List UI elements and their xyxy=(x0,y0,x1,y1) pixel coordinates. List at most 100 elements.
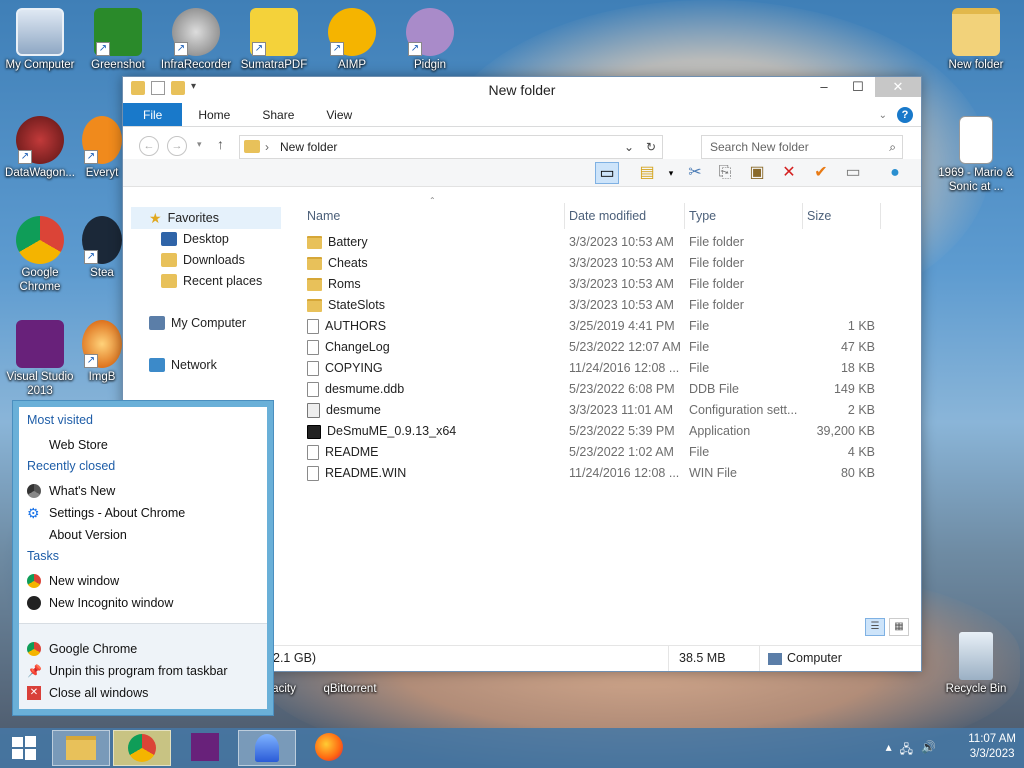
large-icons-view-icon[interactable]: ▦ xyxy=(889,618,909,636)
close-button[interactable]: ✕ xyxy=(875,77,921,97)
taskbar-desmume[interactable] xyxy=(238,730,296,766)
help-icon[interactable]: ? xyxy=(897,107,913,123)
taskbar-firefox[interactable] xyxy=(300,730,358,766)
tab-home[interactable]: Home xyxy=(182,103,246,126)
desktop-icon-pidgin[interactable]: ↗ Pidgin xyxy=(390,8,470,72)
file-row[interactable]: COPYING 11/24/2016 12:08 ... File 18 KB xyxy=(303,358,903,379)
desktop-icon-aimp[interactable]: ↗ AIMP xyxy=(312,8,392,72)
file-icon xyxy=(307,382,319,397)
file-row[interactable]: StateSlots 3/3/2023 10:53 AM File folder xyxy=(303,295,903,316)
minimize-button[interactable]: – xyxy=(807,77,841,97)
recent-locations-icon[interactable]: ▾ xyxy=(197,139,202,150)
icon-label: AIMP xyxy=(337,59,367,71)
tab-file[interactable]: File xyxy=(123,103,183,126)
nav-desktop[interactable]: Desktop xyxy=(161,229,229,249)
nav-network[interactable]: Network xyxy=(149,355,217,375)
file-row[interactable]: README.WIN 11/24/2016 12:08 ... WIN File 80… xyxy=(303,463,903,484)
tab-share[interactable]: Share xyxy=(246,103,310,126)
file-name-cell: COPYING xyxy=(307,358,557,379)
column-header-type[interactable]: Type xyxy=(685,203,803,229)
desktop-icon-google-chrome[interactable]: Google Chrome xyxy=(0,216,80,294)
nav-favorites[interactable]: ★ Favorites xyxy=(149,208,219,228)
more-options-icon[interactable]: ▾ xyxy=(659,162,683,184)
cut-icon[interactable]: ✂ xyxy=(683,162,707,184)
desktop-icon-recycle-bin[interactable]: Recycle Bin xyxy=(936,632,1016,696)
breadcrumb-separator-icon[interactable]: › xyxy=(265,136,269,158)
volume-icon[interactable]: 🔊 xyxy=(921,740,936,761)
desktop-icon-steam[interactable]: ↗ Stea xyxy=(80,216,124,280)
nav-downloads[interactable]: Downloads xyxy=(161,250,245,270)
check-icon[interactable]: ✔ xyxy=(809,162,833,184)
incognito-icon xyxy=(27,596,41,610)
jump-item-whats-new[interactable]: What's New xyxy=(27,480,115,502)
desktop-icon-everything[interactable]: ↗ Everyt xyxy=(80,116,124,180)
globe-icon[interactable]: ● xyxy=(883,162,907,184)
file-row[interactable]: Roms 3/3/2023 10:53 AM File folder xyxy=(303,274,903,295)
file-row[interactable]: Cheats 3/3/2023 10:53 AM File folder xyxy=(303,253,903,274)
file-size: 80 KB xyxy=(840,466,875,480)
paste-icon[interactable]: ▣ xyxy=(745,162,769,184)
desktop-icon-my-computer[interactable]: My Computer xyxy=(0,8,80,72)
jump-item-close-all[interactable]: ✕ Close all windows xyxy=(27,682,148,704)
forward-button[interactable]: → xyxy=(167,136,187,156)
address-dropdown-icon[interactable]: ⌄ xyxy=(624,136,634,158)
desktop-icon-new-folder[interactable]: New folder xyxy=(936,8,1016,72)
refresh-icon[interactable]: ↻ xyxy=(646,136,656,158)
file-row[interactable]: README 5/23/2022 1:02 AM File 4 KB xyxy=(303,442,903,463)
title-bar[interactable]: ▾ New folder – ☐ ✕ xyxy=(123,77,921,103)
column-header-date[interactable]: Date modified xyxy=(565,203,685,229)
delete-icon[interactable]: ✕ xyxy=(777,162,801,184)
desktop-icon-imgburn[interactable]: ↗ ImgB xyxy=(80,320,124,384)
preview-pane-icon[interactable]: ▭ xyxy=(595,162,619,184)
nav-recent-places[interactable]: Recent places xyxy=(161,271,262,291)
jump-item-about-version[interactable]: About Version xyxy=(27,524,127,546)
up-button[interactable]: ↑ xyxy=(217,136,224,152)
search-icon[interactable]: ⌕ xyxy=(889,136,896,158)
desktop-icon-greenshot[interactable]: ↗ Greenshot xyxy=(78,8,158,72)
file-row[interactable]: desmume.ddb 5/23/2022 6:08 PM DDB File 149 … xyxy=(303,379,903,400)
file-row[interactable]: DeSmuME_0.9.13_x64 5/23/2022 5:39 PM Appli… xyxy=(303,421,903,442)
address-bar[interactable]: › New folder ⌄ ↻ xyxy=(239,135,663,159)
expand-ribbon-icon[interactable]: ⌄ xyxy=(879,110,887,121)
back-button[interactable]: ← xyxy=(139,136,159,156)
network-icon[interactable]: 🖧 xyxy=(900,740,913,761)
file-row[interactable]: AUTHORS 3/25/2019 4:41 PM File 1 KB xyxy=(303,316,903,337)
desktop-icon-mario-sonic[interactable]: 1969 - Mario & Sonic at ... xyxy=(936,116,1016,194)
icon-label: ImgB xyxy=(88,371,116,383)
copy-icon[interactable]: ⎘ xyxy=(713,162,737,184)
desktop-icon-datawagon[interactable]: ↗ DataWagon... xyxy=(0,116,80,180)
file-row[interactable]: desmume 3/3/2023 11:01 AM Configuration se… xyxy=(303,400,903,421)
column-header-name[interactable]: Name xyxy=(303,203,565,229)
jump-item-google-chrome[interactable]: Google Chrome xyxy=(27,638,137,660)
jump-list-panel: Most visited Web Store Recently closed W… xyxy=(19,407,267,709)
show-hidden-icons-icon[interactable]: ▴ xyxy=(886,740,892,761)
desktop-icon-sumatrapdf[interactable]: ↗ SumatraPDF xyxy=(234,8,314,72)
file-name-cell: desmume xyxy=(307,400,557,421)
jump-item-new-incognito[interactable]: New Incognito window xyxy=(27,592,173,614)
taskbar-google-chrome[interactable] xyxy=(113,730,171,766)
breadcrumb-path[interactable]: New folder xyxy=(280,140,337,154)
folder-options-icon[interactable]: ▤ xyxy=(635,162,659,184)
details-view-icon[interactable]: ☰ xyxy=(865,618,885,636)
status-location: Computer xyxy=(787,651,842,665)
maximize-button[interactable]: ☐ xyxy=(841,77,875,97)
desktop-icon-visual-studio[interactable]: Visual Studio 2013 xyxy=(0,320,80,398)
file-name: Battery xyxy=(328,235,368,249)
jump-item-unpin[interactable]: 📌 Unpin this program from taskbar xyxy=(27,660,228,682)
rename-icon[interactable]: ▭ xyxy=(841,162,865,184)
jump-item-new-window[interactable]: New window xyxy=(27,570,119,592)
taskbar-file-explorer[interactable] xyxy=(52,730,110,766)
column-header-size[interactable]: Size xyxy=(803,203,881,229)
desktop-icon-infrarecorder[interactable]: ↗ InfraRecorder xyxy=(156,8,236,72)
jump-item-web-store[interactable]: Web Store xyxy=(27,434,108,456)
search-input[interactable]: Search New folder ⌕ xyxy=(701,135,903,159)
tab-view[interactable]: View xyxy=(310,103,368,126)
clock[interactable]: 11:07 AM 3/3/2023 xyxy=(968,732,1016,762)
nav-my-computer[interactable]: My Computer xyxy=(149,313,246,333)
desktop-icon-qbittorrent[interactable]: qBittorrent xyxy=(310,682,390,696)
jump-item-settings[interactable]: ⚙ Settings - About Chrome xyxy=(27,502,185,524)
taskbar-visual-studio[interactable] xyxy=(176,730,234,766)
file-row[interactable]: Battery 3/3/2023 10:53 AM File folder xyxy=(303,232,903,253)
file-row[interactable]: ChangeLog 5/23/2022 12:07 AM File 47 KB xyxy=(303,337,903,358)
start-button[interactable] xyxy=(0,730,48,766)
